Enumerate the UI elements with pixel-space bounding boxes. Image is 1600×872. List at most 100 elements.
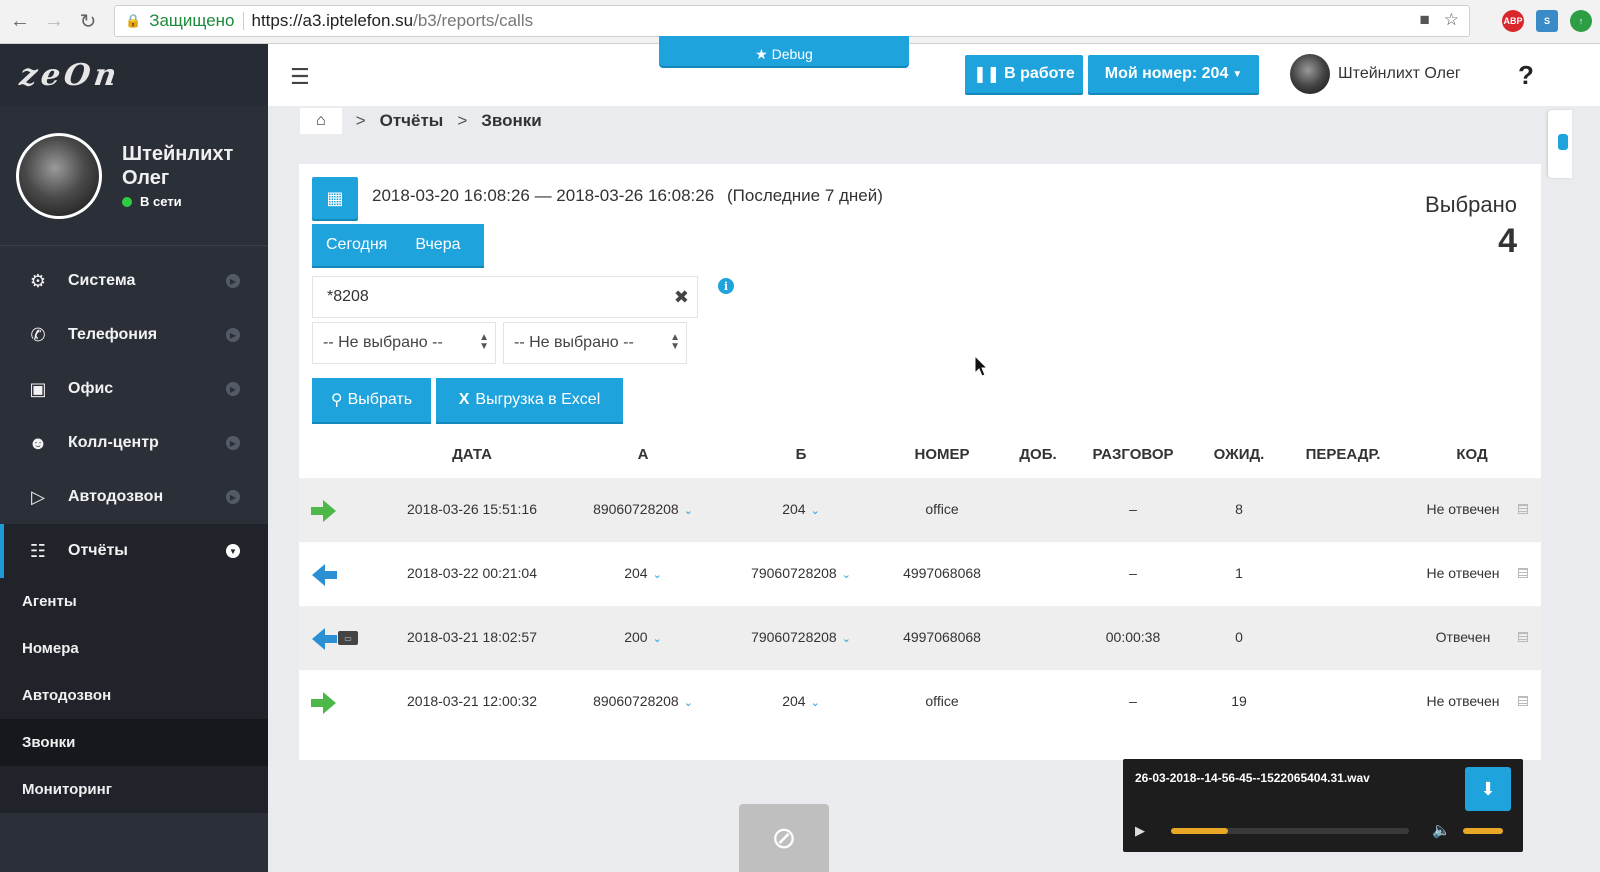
caret-down-icon: ▼ — [1232, 68, 1243, 80]
col-date[interactable]: ДАТА — [452, 446, 492, 463]
cell-code: Отвечен — [1435, 629, 1491, 645]
submenu-item-numbers[interactable]: Номера — [0, 625, 268, 672]
user-status: В сети — [122, 194, 252, 209]
table-row[interactable]: 2018-03-22 00:21:04 204 ⌄ 79060728208 ⌄ 49970… — [299, 542, 1541, 606]
play-icon[interactable]: ▶ — [1135, 823, 1145, 839]
cell-a[interactable]: 204 ⌄ — [624, 565, 662, 581]
col-b[interactable]: Б — [796, 446, 807, 463]
recording-icon[interactable]: ▭ — [338, 631, 358, 645]
cell-code: Не отвечен — [1426, 565, 1500, 581]
avatar — [1290, 54, 1330, 94]
table-row[interactable]: 2018-03-26 15:51:16 89060728208 ⌄ 204 ⌄ offic… — [299, 478, 1541, 542]
volume-icon[interactable]: 🔈 — [1432, 821, 1451, 839]
cell-a[interactable]: 89060728208 ⌄ — [593, 693, 693, 709]
reload-icon[interactable]: ↻ — [74, 8, 102, 36]
select-button[interactable]: ⚲ Выбрать — [312, 378, 431, 422]
clear-icon[interactable]: ✖ — [674, 287, 689, 308]
sidebar-item-reports[interactable]: ☷ Отчёты ▼ — [0, 524, 268, 578]
col-redirect[interactable]: ПЕРЕАДР. — [1306, 446, 1381, 463]
filter-select-2[interactable]: -- Не выбрано -- ▲ ▼ — [503, 322, 687, 364]
excel-export-button[interactable]: X Выгрузка в Excel — [436, 378, 623, 422]
col-ext[interactable]: ДОБ. — [1019, 446, 1056, 463]
submenu-item-monitoring[interactable]: Мониторинг — [0, 766, 268, 813]
table-row[interactable]: 2018-03-21 12:00:32 89060728208 ⌄ 204 ⌄ offic… — [299, 670, 1541, 734]
chevron-down-icon[interactable]: ⌄ — [842, 633, 851, 645]
col-a[interactable]: А — [638, 446, 649, 463]
camera-icon[interactable]: ■ — [1419, 10, 1429, 30]
muted-mic-button[interactable]: ⊘ — [739, 804, 829, 872]
bookmark-star-icon[interactable]: ☆ — [1444, 10, 1459, 30]
play-circle-icon: ▷ — [31, 486, 45, 507]
filter-select-1[interactable]: -- Не выбрано -- ▲ ▼ — [312, 322, 496, 364]
avatar[interactable] — [16, 132, 102, 219]
adblock-icon[interactable]: ABP — [1502, 10, 1524, 32]
back-icon[interactable]: ← — [6, 8, 34, 36]
chevron-down-icon[interactable]: ⌄ — [684, 505, 693, 517]
top-user-menu[interactable]: Штейнлихт Олег — [1290, 54, 1461, 94]
today-button[interactable]: Сегодня — [312, 236, 401, 254]
forward-icon[interactable]: → — [40, 8, 68, 36]
my-number-dropdown[interactable]: Мой номер: 204 ▼ — [1088, 55, 1259, 93]
row-menu-icon[interactable] — [1518, 696, 1528, 706]
address-bar[interactable]: 🔒 Защищено https://a3.iptelefon.su/b3/re… — [114, 5, 1470, 37]
settings-side-tab[interactable] — [1548, 110, 1572, 178]
help-icon[interactable]: ? — [1518, 60, 1534, 91]
sidebar-item-autodial[interactable]: ▷ Автодозвон ▶ — [0, 470, 268, 524]
logo[interactable]: zeOn — [0, 44, 268, 106]
yesterday-button[interactable]: Вчера — [401, 236, 474, 254]
chevron-down-icon[interactable]: ⌄ — [653, 569, 662, 581]
volume-slider[interactable] — [1463, 828, 1503, 834]
hamburger-menu-icon[interactable]: ☰ — [290, 64, 310, 90]
chevron-down-icon[interactable]: ⌄ — [842, 569, 851, 581]
calendar-button[interactable]: ▦ — [312, 177, 358, 219]
cell-a[interactable]: 89060728208 ⌄ — [593, 501, 693, 517]
row-menu-icon[interactable] — [1518, 504, 1528, 514]
download-button[interactable]: ⬇ — [1465, 767, 1511, 811]
chevron-down-icon[interactable]: ⌄ — [811, 505, 820, 517]
top-bar: ☰ ★ Debug ❚❚ В работе Мой номер: 204 ▼ Ште… — [268, 36, 1600, 106]
submenu-item-autodial[interactable]: Автодозвон — [0, 672, 268, 719]
upload-extension-icon[interactable]: ↑ — [1570, 10, 1592, 32]
excel-icon: X — [458, 391, 470, 408]
col-number[interactable]: НОМЕР — [914, 446, 969, 463]
document-icon: ☷ — [29, 540, 47, 561]
mouse-cursor-icon — [974, 354, 989, 377]
home-icon[interactable]: ⌂ — [300, 108, 342, 134]
cell-b[interactable]: 79060728208 ⌄ — [751, 629, 851, 645]
selected-label: Выбрано — [1425, 192, 1517, 217]
date-range[interactable]: 2018-03-20 16:08:26 — 2018-03-26 16:08:2… — [372, 186, 714, 206]
submenu-item-agents[interactable]: Агенты — [0, 578, 268, 625]
sidebar-item-system[interactable]: ⚙ Система ▶ — [0, 254, 268, 308]
download-icon: ⬇ — [1480, 778, 1496, 799]
row-menu-icon[interactable] — [1518, 568, 1528, 578]
chevron-down-icon[interactable]: ⌄ — [653, 633, 662, 645]
url-host: https://a3.iptelefon.su — [251, 11, 414, 30]
row-menu-icon[interactable] — [1518, 632, 1528, 642]
cell-code: Не отвечен — [1426, 501, 1500, 517]
cell-number: office — [925, 693, 959, 709]
sidebar-item-callcenter[interactable]: ☻ Колл-центр ▶ — [0, 416, 268, 470]
reports-submenu: Агенты Номера Автодозвон Звонки Монитори… — [0, 578, 268, 813]
lock-icon: 🔒 — [125, 13, 142, 28]
chevron-down-icon[interactable]: ⌄ — [684, 697, 693, 709]
work-status-button[interactable]: ❚❚ В работе — [965, 55, 1083, 93]
cell-a[interactable]: 200 ⌄ — [624, 629, 662, 645]
audio-progress-bar[interactable] — [1171, 828, 1409, 834]
sidebar-item-office[interactable]: ▣ Офис ▶ — [0, 362, 268, 416]
col-code[interactable]: КОД — [1456, 446, 1487, 463]
table-row[interactable]: ▭ 2018-03-21 18:02:57 200 ⌄ 79060728208 ⌄ 4997… — [299, 606, 1541, 670]
chevron-down-icon[interactable]: ⌄ — [811, 697, 820, 709]
col-wait[interactable]: ОЖИД. — [1214, 446, 1265, 463]
sidebar-item-telephony[interactable]: ✆ Телефония ▶ — [0, 308, 268, 362]
cell-talk: 00:00:38 — [1105, 629, 1161, 645]
info-icon[interactable]: i — [718, 278, 734, 294]
breadcrumb-reports[interactable]: Отчёты — [380, 111, 444, 131]
extension-icon[interactable]: S — [1536, 10, 1558, 32]
submenu-item-calls[interactable]: Звонки — [0, 719, 268, 766]
cell-b[interactable]: 79060728208 ⌄ — [751, 565, 851, 581]
col-talk[interactable]: РАЗГОВОР — [1092, 446, 1173, 463]
debug-button[interactable]: ★ Debug — [659, 36, 909, 66]
number-search-input[interactable]: *8208 ✖ — [312, 276, 698, 318]
cell-b[interactable]: 204 ⌄ — [782, 501, 820, 517]
cell-b[interactable]: 204 ⌄ — [782, 693, 820, 709]
